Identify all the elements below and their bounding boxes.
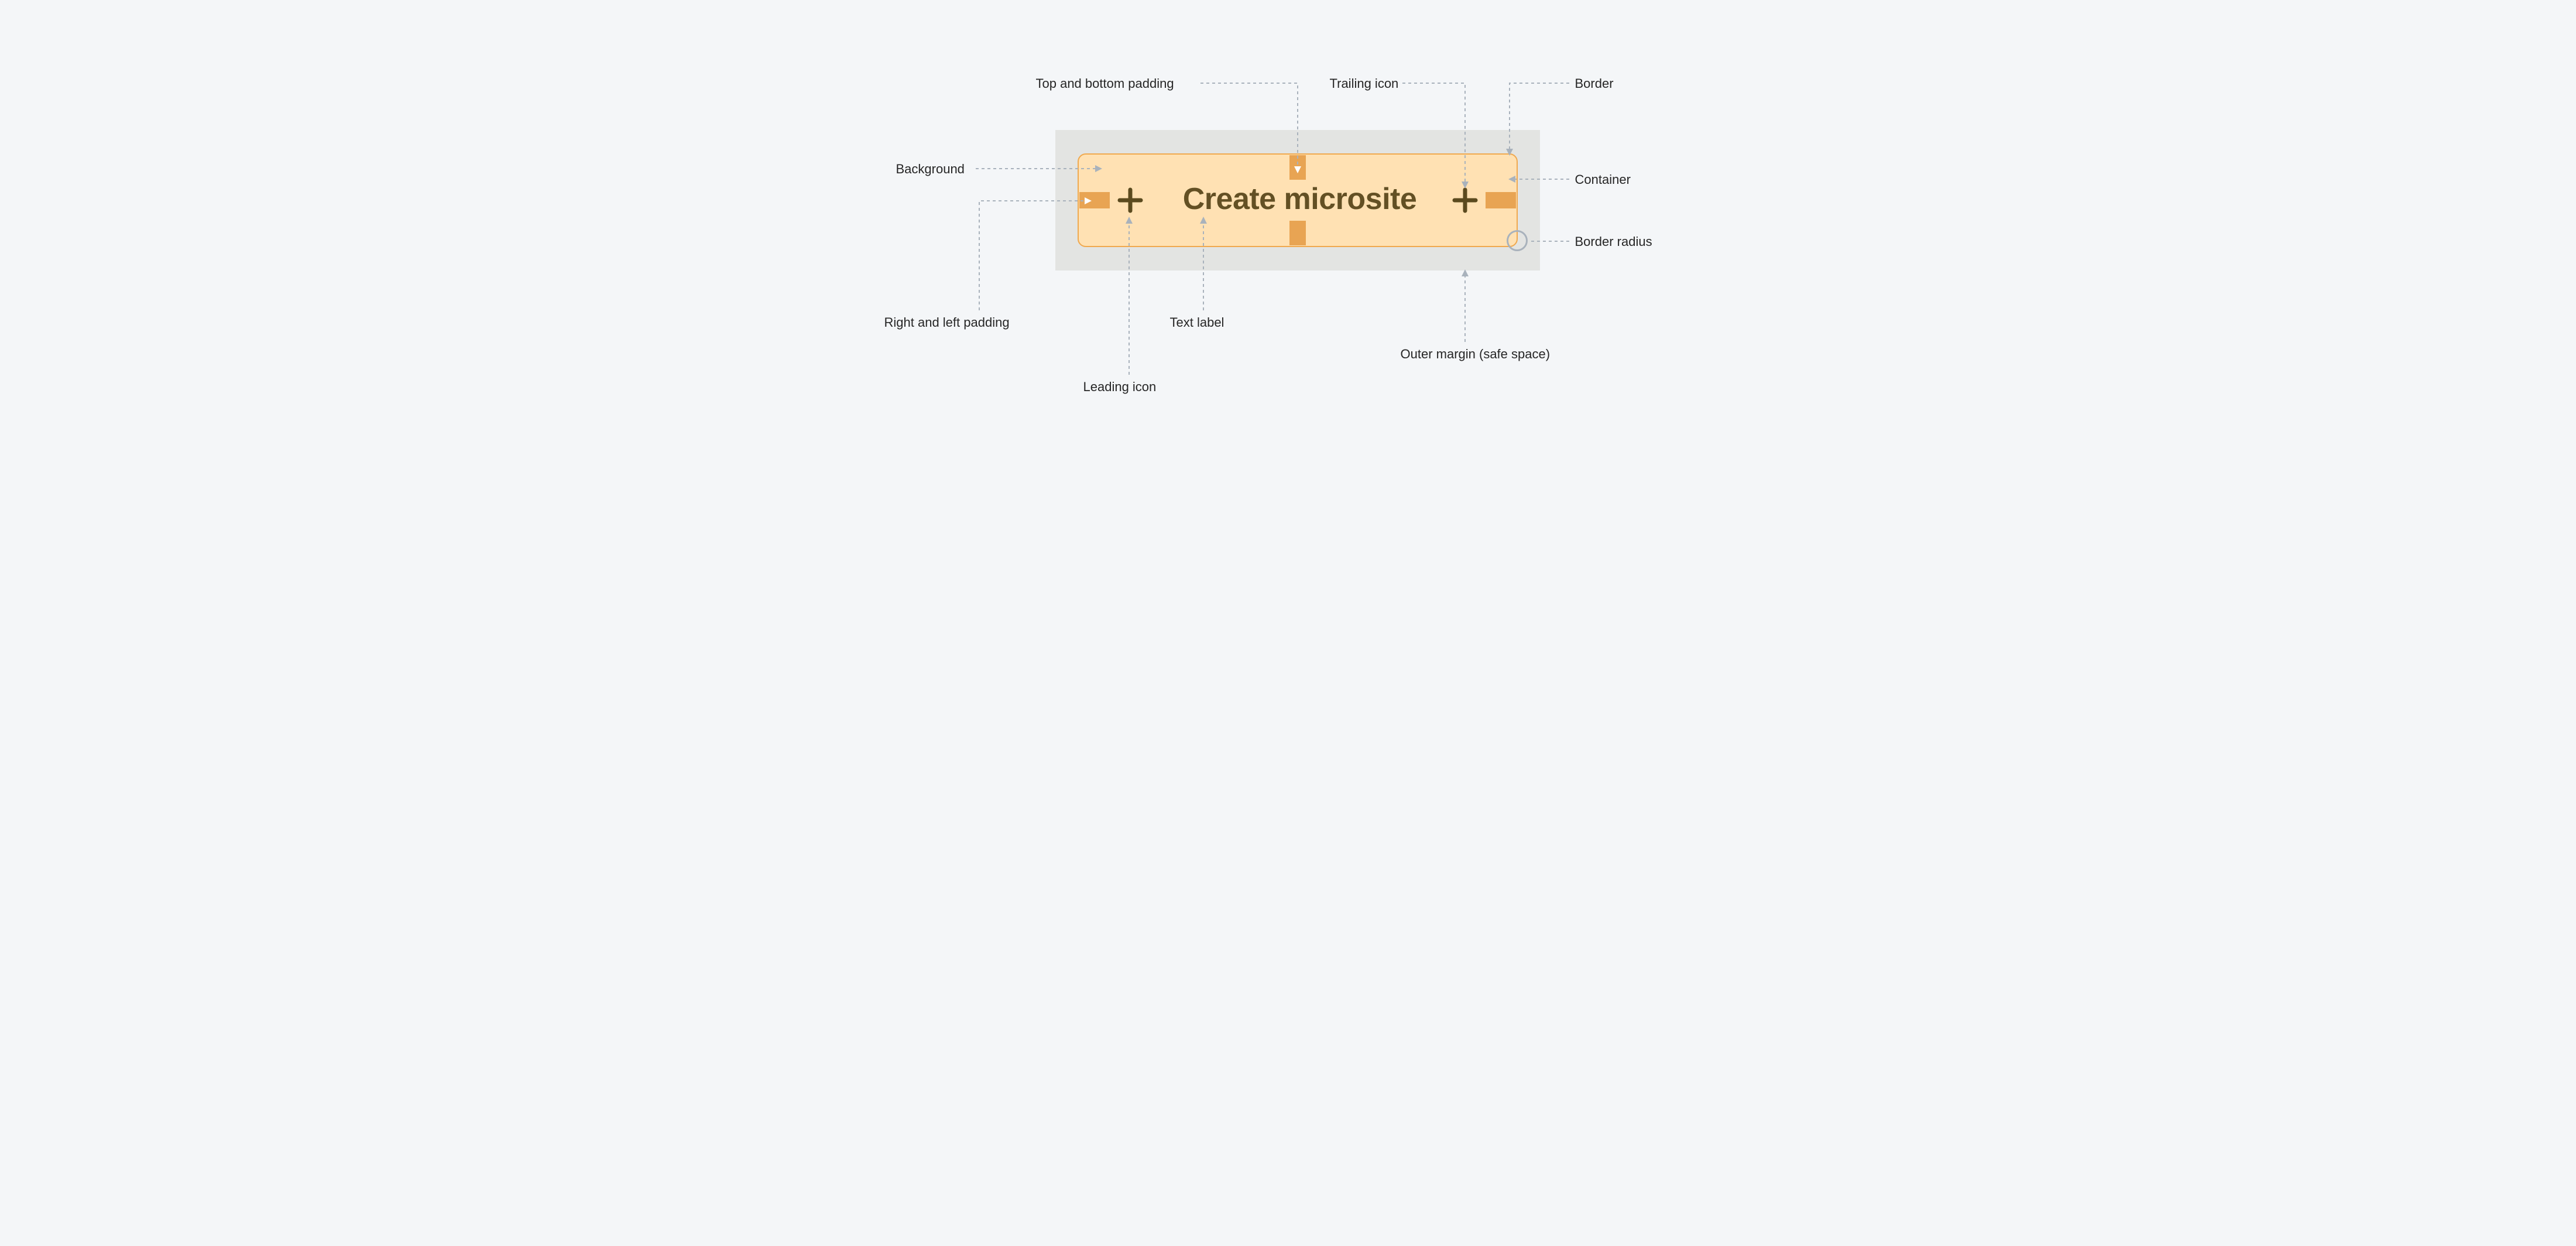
anatomy-diagram: Create microsite Top and bottom padding …: [838, 0, 1739, 436]
annotation-border: Border: [1575, 76, 1614, 91]
annotation-background: Background: [896, 162, 965, 177]
annotation-right-left-padding: Right and left padding: [884, 315, 1010, 330]
padding-strip-left: [1079, 192, 1110, 208]
annotation-trailing-icon: Trailing icon: [1330, 76, 1399, 91]
annotation-border-radius: Border radius: [1575, 234, 1652, 249]
annotation-text-label: Text label: [1170, 315, 1224, 330]
annotation-leading-icon: Leading icon: [1083, 379, 1157, 395]
border-radius-indicator: [1507, 230, 1528, 251]
annotation-container: Container: [1575, 172, 1631, 187]
padding-strip-top: [1289, 155, 1306, 180]
annotation-outer-margin: Outer margin (safe space): [1401, 347, 1551, 362]
padding-strip-right: [1486, 192, 1516, 208]
annotation-top-bottom-padding: Top and bottom padding: [1036, 76, 1174, 91]
plus-icon: [1451, 186, 1479, 214]
padding-strip-bottom: [1289, 221, 1306, 245]
button-text-label: Create microsite: [1171, 182, 1429, 217]
plus-icon: [1116, 186, 1144, 214]
